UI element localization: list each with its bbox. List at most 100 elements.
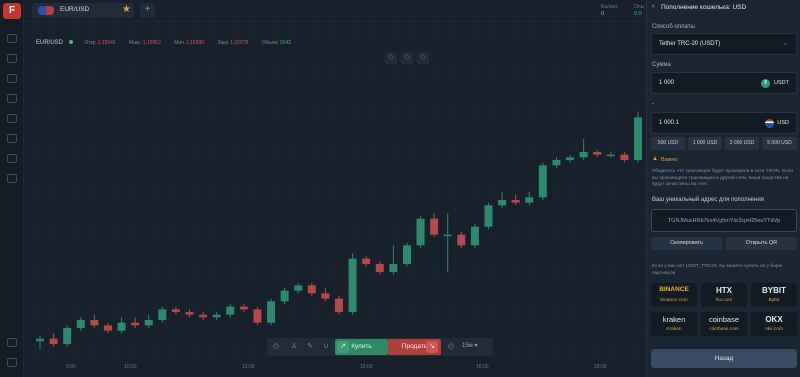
- logout-icon[interactable]: [7, 358, 17, 367]
- candle-body: [362, 258, 371, 264]
- candle-body: [552, 160, 561, 166]
- open-qr-button[interactable]: Открыть QR: [726, 237, 797, 250]
- exchange-link: Kraken: [666, 327, 682, 332]
- candle-body: [171, 309, 180, 312]
- time-axis-label: 10:00: [124, 364, 137, 370]
- binance-logo: BINANCE: [659, 286, 689, 293]
- quick-amount-chip[interactable]: 1 000 USD: [688, 137, 722, 150]
- calendar-icon[interactable]: [7, 174, 17, 183]
- quick-amount-chip[interactable]: 5 000 USD: [762, 137, 797, 150]
- wallet-icon[interactable]: [7, 154, 17, 163]
- candle-body: [267, 301, 276, 323]
- drawing-icon[interactable]: ◇: [401, 52, 413, 64]
- candle-body: [63, 328, 72, 344]
- clock-icon[interactable]: [7, 94, 17, 103]
- exchange-link: Bybit: [768, 298, 780, 303]
- converted-currency: USD: [777, 120, 789, 126]
- add-asset-button[interactable]: +: [140, 3, 155, 18]
- magnet-icon[interactable]: ∪: [321, 342, 331, 352]
- converted-amount-input[interactable]: 1 000.1 USD: [651, 112, 797, 134]
- candle-body: [430, 218, 439, 235]
- sell-arrow-icon[interactable]: ↘: [426, 341, 438, 353]
- left-sidebar: F: [0, 0, 24, 377]
- candle-body: [131, 322, 140, 326]
- method-label: Способ оплаты: [652, 24, 695, 30]
- candle-body: [498, 200, 507, 206]
- exchange-binance[interactable]: BINANCE binance.com: [651, 283, 697, 307]
- amount-value: 1 000: [659, 80, 675, 86]
- exchange-bybit[interactable]: BYBIT Bybit: [751, 283, 797, 307]
- tether-icon: ₮: [761, 79, 770, 88]
- settings-icon[interactable]: ◇: [417, 52, 429, 64]
- quick-amount-chip[interactable]: 2 000 USD: [725, 137, 759, 150]
- amount-input[interactable]: 1 000 ₮ USDT: [651, 72, 797, 94]
- ohlc-open-label: Откр: [84, 40, 96, 46]
- buy-hint-text: Если у вас нет USDT_TRC20, вы можете куп…: [652, 264, 784, 276]
- time-axis-label: 16:00: [476, 364, 489, 370]
- trade-toolbar: ◷ ♙ ✎ ∪ Купить ↗ Продать ↘ ◴ 15м ▾: [267, 338, 493, 356]
- gear-icon[interactable]: [7, 134, 17, 143]
- buy-arrow-icon[interactable]: ↗: [337, 341, 349, 353]
- live-dot-icon: [69, 40, 74, 44]
- favorite-star-icon[interactable]: ★: [122, 4, 131, 15]
- copy-address-button[interactable]: Скопировать: [651, 237, 722, 250]
- portfolio-icon[interactable]: [7, 54, 17, 63]
- chart-symbol: EUR/USD: [36, 40, 64, 46]
- pencil-icon[interactable]: ✎: [305, 342, 315, 352]
- app-logo[interactable]: F: [3, 3, 21, 19]
- back-chevron-icon[interactable]: ‹: [652, 3, 654, 10]
- exchange-kraken[interactable]: kraken Kraken: [651, 312, 697, 336]
- ohlc-high-label: Макс: [129, 40, 141, 46]
- candle-body: [280, 290, 289, 302]
- ohlc-volume-value: 1043: [279, 40, 291, 46]
- payment-method-select[interactable]: Tether TRC-20 (USDT) ⌄: [651, 33, 797, 55]
- candlestick-chart[interactable]: 9:00 10:00 12:00 15:00 16:00 18:00: [24, 22, 646, 377]
- candle-body: [634, 117, 642, 160]
- candle-body: [402, 245, 411, 264]
- candle-body: [525, 197, 534, 203]
- candle-body: [307, 285, 316, 294]
- bybit-logo: BYBIT: [762, 286, 786, 295]
- exchange-coinbase[interactable]: coinbase coinbase.com: [701, 312, 747, 336]
- candle-body: [484, 205, 493, 227]
- help-icon[interactable]: [7, 338, 17, 347]
- timeframe-select[interactable]: 15м ▾: [462, 342, 478, 349]
- profit-label: Опы: [634, 4, 645, 10]
- top-bar: EUR/USD ★ + Баланс 0 Опы 0.0: [24, 0, 646, 22]
- candle-body: [593, 152, 602, 155]
- timer-icon[interactable]: ◷: [271, 342, 281, 352]
- candle-body: [348, 258, 357, 312]
- buy-label: Купить: [351, 343, 372, 350]
- time-axis-label: 15:00: [360, 364, 373, 370]
- amount-icon[interactable]: ♙: [289, 342, 299, 352]
- candle-body: [76, 320, 85, 328]
- exchange-okx[interactable]: OKX okx.com: [751, 312, 797, 336]
- candle-body: [443, 234, 452, 237]
- candle-body: [321, 293, 330, 299]
- panel-title: Пополнение кошелька: USD: [661, 4, 747, 11]
- coinbase-logo: coinbase: [708, 315, 740, 324]
- candle-body: [212, 314, 221, 318]
- map-icon[interactable]: [7, 114, 17, 123]
- ohlc-high-value: 1.15952: [142, 40, 161, 46]
- ohlc-low-label: Мин: [174, 40, 184, 46]
- converted-label: -: [652, 101, 654, 107]
- candle-body: [457, 234, 466, 246]
- trade-icon[interactable]: [7, 34, 17, 43]
- indicators-icon[interactable]: ◇: [385, 52, 397, 64]
- quick-amount-chip[interactable]: 500 USD: [651, 137, 685, 150]
- exchange-htx[interactable]: HTX htx.com: [701, 283, 747, 307]
- chat-icon[interactable]: [7, 74, 17, 83]
- amount-label: Сумма: [652, 62, 671, 68]
- exchange-link: okx.com: [765, 327, 783, 332]
- asset-tab[interactable]: EUR/USD ★: [32, 3, 134, 18]
- candle-body: [416, 218, 425, 246]
- warning-text: Убедитесь что транзакция будет проведена…: [652, 169, 793, 187]
- time-axis-label: 9:00: [66, 364, 76, 370]
- candle-body: [335, 298, 343, 312]
- back-button[interactable]: Назад: [651, 349, 797, 368]
- clock-icon[interactable]: ◴: [446, 342, 456, 352]
- converted-value: 1 000.1: [659, 120, 680, 126]
- deposit-address[interactable]: TGNJMucHRb7bs4Vg5mYdr3cpH25euYTdVp: [651, 209, 797, 232]
- warning-icon: ▲: [652, 156, 658, 162]
